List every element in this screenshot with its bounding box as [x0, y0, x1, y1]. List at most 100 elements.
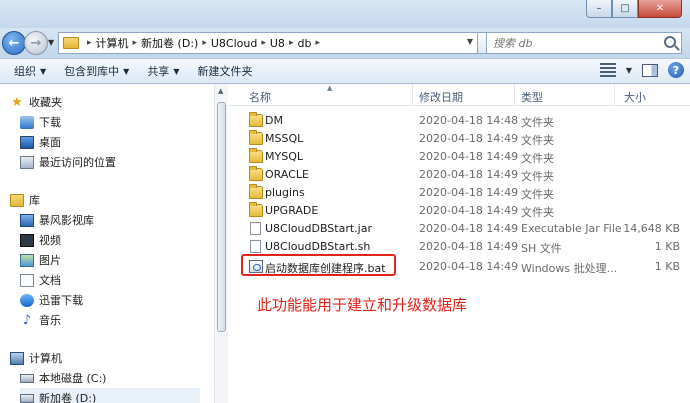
pictures-icon — [20, 253, 34, 267]
nav-label: 迅雷下载 — [39, 294, 83, 307]
include-in-library-button[interactable]: 包含到库中 ▼ — [60, 63, 133, 79]
computer-icon — [10, 351, 24, 365]
breadcrumb-separator[interactable]: ▸ — [261, 38, 266, 48]
column-header: ▲ 名称 修改日期 类型 大小 — [229, 84, 690, 106]
file-row[interactable]: ORACLE 2020-04-18 14:49 文件夹 — [229, 166, 690, 184]
file-name: DM — [265, 114, 283, 127]
search-input[interactable] — [493, 36, 653, 50]
column-type[interactable]: 类型 — [521, 89, 543, 105]
view-controls: ▼ ? — [599, 62, 684, 78]
nav-baofeng-library[interactable]: 暴风影视库 — [20, 210, 94, 230]
file-date: 2020-04-18 14:49 — [419, 168, 519, 181]
drive-icon — [20, 373, 34, 383]
arrow-right-icon: → — [30, 35, 42, 51]
nav-label: 收藏夹 — [29, 96, 62, 109]
nav-new-volume-d[interactable]: 新加卷 (D:) — [20, 388, 200, 403]
forward-button[interactable]: → — [24, 31, 48, 55]
chevron-down-icon: ▼ — [40, 66, 47, 76]
nav-label: 库 — [29, 194, 40, 207]
column-divider[interactable] — [614, 84, 615, 106]
breadcrumb-computer[interactable]: 计算机 — [96, 35, 129, 51]
nav-downloads[interactable]: 下载 — [20, 112, 61, 132]
file-row[interactable]: MYSQL 2020-04-18 14:49 文件夹 — [229, 148, 690, 166]
breadcrumb-db[interactable]: db — [297, 37, 311, 50]
column-divider[interactable] — [514, 84, 515, 106]
nav-libraries[interactable]: 库 — [10, 190, 40, 210]
file-type: 文件夹 — [521, 206, 554, 219]
history-dropdown-icon[interactable]: ▼ — [48, 38, 54, 47]
scroll-up-icon[interactable]: ▲ — [218, 87, 223, 95]
scrollbar-thumb[interactable] — [217, 102, 226, 332]
file-row[interactable]: plugins 2020-04-18 14:49 文件夹 — [229, 184, 690, 202]
folder-icon — [249, 130, 263, 145]
breadcrumb-u8cloud[interactable]: U8Cloud — [211, 37, 257, 50]
nav-music[interactable]: ♪ 音乐 — [20, 310, 61, 330]
breadcrumb-separator[interactable]: ▸ — [202, 38, 207, 48]
nav-pictures[interactable]: 图片 — [20, 250, 61, 270]
file-name: MYSQL — [265, 150, 303, 163]
address-dropdown-icon[interactable]: ▼ — [467, 37, 473, 46]
nav-thunder-downloads[interactable]: 迅雷下载 — [20, 290, 83, 310]
nav-label: 暴风影视库 — [39, 214, 94, 227]
nav-documents[interactable]: 文档 — [20, 270, 61, 290]
view-list-icon[interactable] — [599, 63, 616, 77]
organize-button[interactable]: 组织 ▼ — [10, 63, 50, 79]
file-icon — [250, 222, 261, 235]
minimize-button[interactable]: – — [586, 0, 612, 18]
nav-favorites[interactable]: ★ 收藏夹 — [10, 92, 62, 112]
address-row: ← → ▼ ▸ 计算机 ▸ 新加卷 (D:) ▸ U8Cloud ▸ U8 ▸ … — [0, 28, 690, 58]
chevron-down-icon: ▼ — [123, 66, 130, 76]
back-button[interactable]: ← — [2, 31, 26, 55]
breadcrumb-separator[interactable]: ▸ — [289, 38, 294, 48]
search-box[interactable] — [486, 32, 682, 54]
file-icon — [250, 240, 261, 253]
file-date: 2020-04-18 14:49 — [419, 260, 519, 273]
file-name: MSSQL — [265, 132, 304, 145]
file-row[interactable]: UPGRADE 2020-04-18 14:49 文件夹 — [229, 202, 690, 220]
folder-icon — [249, 202, 263, 217]
navigation-pane-scrollbar[interactable]: ▲ — [214, 84, 228, 403]
folder-icon — [63, 37, 79, 49]
breadcrumb-separator[interactable]: ▸ — [133, 38, 138, 48]
nav-local-disk-c[interactable]: 本地磁盘 (C:) — [20, 368, 106, 388]
column-date-modified[interactable]: 修改日期 — [419, 89, 463, 105]
file-date: 2020-04-18 14:49 — [419, 186, 519, 199]
highlight-box — [241, 254, 396, 276]
file-row[interactable]: DM 2020-04-18 14:48 文件夹 — [229, 112, 690, 130]
view-dropdown-icon[interactable]: ▼ — [626, 66, 632, 75]
new-folder-button[interactable]: 新建文件夹 — [193, 63, 256, 79]
help-icon[interactable]: ? — [668, 62, 684, 78]
breadcrumb-u8[interactable]: U8 — [270, 37, 285, 50]
nav-computer[interactable]: 计算机 — [10, 348, 62, 368]
file-row[interactable]: U8CloudDBStart.jar 2020-04-18 14:49 Exec… — [229, 220, 690, 238]
address-bar[interactable]: ▸ 计算机 ▸ 新加卷 (D:) ▸ U8Cloud ▸ U8 ▸ db ▸ ▼ — [58, 32, 478, 54]
breadcrumb-drive-d[interactable]: 新加卷 (D:) — [141, 35, 198, 51]
maximize-button[interactable]: □ — [612, 0, 638, 18]
file-type: 文件夹 — [521, 116, 554, 129]
file-size: 14,648 KB — [623, 222, 680, 235]
nav-desktop[interactable]: 桌面 — [20, 132, 61, 152]
arrow-left-icon: ← — [8, 35, 20, 51]
search-icon[interactable] — [664, 36, 676, 48]
file-type: 文件夹 — [521, 134, 554, 147]
breadcrumb-separator[interactable]: ▸ — [87, 38, 92, 48]
file-row[interactable]: MSSQL 2020-04-18 14:49 文件夹 — [229, 130, 690, 148]
nav-label: 下载 — [39, 116, 61, 129]
share-button[interactable]: 共享 ▼ — [143, 63, 183, 79]
documents-icon — [20, 273, 34, 287]
nav-videos[interactable]: 视频 — [20, 230, 61, 250]
breadcrumb-separator[interactable]: ▸ — [315, 38, 320, 48]
nav-recent-places[interactable]: 最近访问的位置 — [20, 152, 116, 172]
file-date: 2020-04-18 14:49 — [419, 132, 519, 145]
title-bar: – □ ✕ — [0, 0, 690, 28]
new-folder-label: 新建文件夹 — [197, 65, 253, 78]
column-size[interactable]: 大小 — [624, 89, 646, 105]
column-divider[interactable] — [412, 84, 413, 106]
file-name: U8CloudDBStart.sh — [265, 240, 371, 253]
file-list: DM 2020-04-18 14:48 文件夹 MSSQL 2020-04-18… — [229, 108, 690, 403]
preview-pane-icon[interactable] — [642, 63, 658, 77]
file-name: UPGRADE — [265, 204, 319, 217]
nav-label: 最近访问的位置 — [39, 156, 116, 169]
column-name[interactable]: 名称 — [249, 89, 271, 105]
close-button[interactable]: ✕ — [638, 0, 682, 18]
